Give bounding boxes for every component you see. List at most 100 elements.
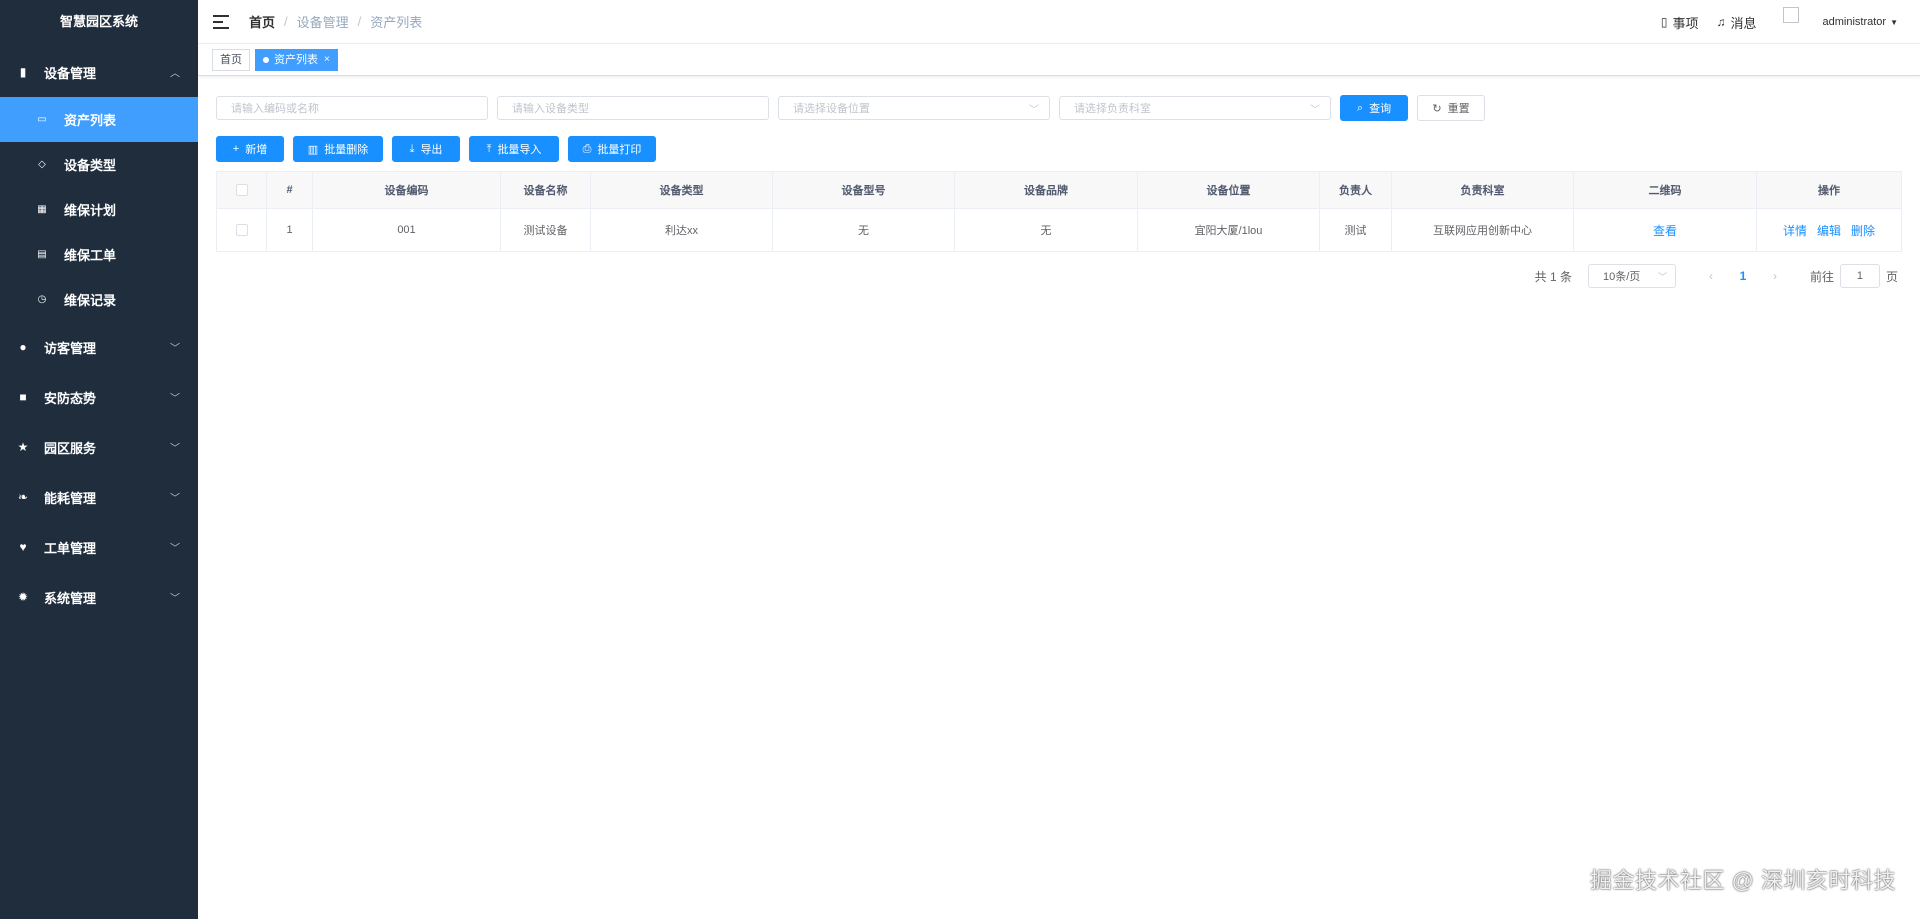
breadcrumb: 首页 / 设备管理 / 资产列表 <box>249 12 422 31</box>
sidebar-group-ticket[interactable]: ♥ 工单管理 ﹀ <box>0 522 198 572</box>
delete-link[interactable]: 删除 <box>1851 224 1875 238</box>
select-all-checkbox[interactable] <box>235 184 248 197</box>
column-header: 二维码 <box>1573 171 1757 209</box>
cell-name: 测试设备 <box>500 208 591 252</box>
history-icon: ◷ <box>37 294 47 305</box>
sidebar-group-device[interactable]: ▮ 设备管理 ︿ <box>0 47 198 97</box>
search-icon: ⌕ <box>1356 101 1364 114</box>
detail-link[interactable]: 详情 <box>1783 224 1807 238</box>
column-header: 操作 <box>1756 171 1902 209</box>
page-size-value: 10条/页 <box>1602 271 1641 283</box>
breadcrumb-home[interactable]: 首页 <box>249 12 275 31</box>
sidebar-item-maintenance-plan[interactable]: ▦ 维保计划 <box>0 187 198 232</box>
chevron-down-icon: ﹀ <box>170 493 180 505</box>
sidebar-item-label: 设备类型 <box>64 158 117 173</box>
prev-page-button[interactable]: ‹ <box>1696 269 1726 283</box>
sidebar-group-visitor[interactable]: ● 访客管理 ﹀ <box>0 322 198 372</box>
hamburger-icon[interactable] <box>213 14 229 29</box>
page-number[interactable]: 1 <box>1726 269 1760 283</box>
cell-location: 宜阳大厦/1lou <box>1137 208 1320 252</box>
tag-icon: ◇ <box>38 159 46 170</box>
download-icon: ⤓ <box>409 142 415 155</box>
column-header: 负责人 <box>1319 171 1392 209</box>
close-icon[interactable]: × <box>324 50 330 70</box>
location-select[interactable]: 请选择设备位置 ﹀ <box>778 96 1050 120</box>
column-header: # <box>266 171 313 209</box>
search-label: 查询 <box>1369 103 1392 115</box>
user-icon: ● <box>19 340 27 354</box>
sidebar-item-maintenance-record[interactable]: ◷ 维保记录 <box>0 277 198 322</box>
page-size-select[interactable]: 10条/页 ﹀ <box>1587 264 1676 288</box>
code-placeholder: 请输入编码或名称 <box>231 103 319 115</box>
row-select-cell[interactable] <box>216 208 267 252</box>
dept-select[interactable]: 请选择负责科室 ﹀ <box>1059 96 1331 120</box>
code-input[interactable]: 请输入编码或名称 <box>216 96 488 120</box>
printer-icon: ▭ <box>37 114 47 125</box>
export-button[interactable]: ⤓ 导出 <box>392 136 460 162</box>
trash-icon: ▥ <box>307 143 319 156</box>
sidebar-group-label: 安防态势 <box>44 390 97 406</box>
app-title: 智慧园区系统 <box>59 14 138 29</box>
sidebar-group-label: 工单管理 <box>44 540 97 556</box>
bookmark-icon: ▮ <box>19 65 27 79</box>
user-dropdown[interactable]: administrator ▼ <box>1823 16 1899 28</box>
chevron-down-icon: ﹀ <box>1310 104 1320 116</box>
add-button[interactable]: + 新增 <box>216 136 284 162</box>
select-all-cell[interactable] <box>216 171 267 209</box>
document-icon: ▯ <box>1660 15 1668 29</box>
breadcrumb-separator: / <box>357 14 362 29</box>
user-name: administrator <box>1822 16 1887 28</box>
watermark: 掘金技术社区 @ 深圳亥时科技 <box>1589 868 1896 893</box>
batch-import-button[interactable]: ⤒ 批量导入 <box>469 136 559 162</box>
search-button[interactable]: ⌕ 查询 <box>1340 95 1408 121</box>
sidebar-item-device-type[interactable]: ◇ 设备类型 <box>0 142 198 187</box>
message-label: 消息 <box>1730 15 1757 31</box>
edit-link[interactable]: 编辑 <box>1817 224 1841 238</box>
sidebar-item-label: 维保工单 <box>64 248 117 263</box>
print-icon: ⎙ <box>582 142 592 155</box>
top-header: 首页 / 设备管理 / 资产列表 ▯ 事项 ♫ 消息 administrator… <box>198 0 1920 44</box>
lock-icon: ■ <box>19 390 27 404</box>
refresh-icon: ↻ <box>1432 102 1442 115</box>
batch-delete-label: 批量删除 <box>324 144 369 156</box>
batch-delete-button[interactable]: ▥ 批量删除 <box>293 136 383 162</box>
type-input[interactable]: 请输入设备类型 <box>497 96 769 120</box>
sidebar-group-security[interactable]: ■ 安防态势 ﹀ <box>0 372 198 422</box>
sidebar-group-energy[interactable]: ❧ 能耗管理 ﹀ <box>0 472 198 522</box>
sidebar-item-asset-list[interactable]: ▭ 资产列表 <box>0 97 198 142</box>
export-label: 导出 <box>420 144 443 156</box>
toolbar: + 新增 ▥ 批量删除 ⤓ 导出 ⤒ 批量导入 ⎙ 批量打印 <box>216 136 665 162</box>
tag-label: 资产列表 <box>274 53 318 66</box>
reset-label: 重置 <box>1447 103 1470 115</box>
row-checkbox[interactable] <box>235 224 248 237</box>
bell-icon: ♫ <box>1716 15 1726 29</box>
tag-home[interactable]: 首页 <box>212 48 250 71</box>
chevron-up-icon: ︿ <box>170 68 180 80</box>
reset-button[interactable]: ↻ 重置 <box>1417 95 1485 121</box>
next-page-button[interactable]: › <box>1760 269 1790 283</box>
goto-input[interactable]: 1 <box>1839 264 1880 288</box>
chevron-down-icon: ﹀ <box>170 393 180 405</box>
tag-asset-list[interactable]: 资产列表 × <box>255 48 338 71</box>
sidebar-item-label: 资产列表 <box>64 113 117 128</box>
message-button[interactable]: ♫ 消息 <box>1716 13 1756 32</box>
column-header: 负责科室 <box>1391 171 1574 209</box>
calendar-icon: ▦ <box>37 204 47 215</box>
todo-button[interactable]: ▯ 事项 <box>1661 13 1699 32</box>
sidebar-group-system[interactable]: ✹ 系统管理 ﹀ <box>0 572 198 622</box>
sidebar-item-maintenance-ticket[interactable]: ▤ 维保工单 <box>0 232 198 277</box>
sidebar-group-park-service[interactable]: ★ 园区服务 ﹀ <box>0 422 198 472</box>
sidebar-group-label: 能耗管理 <box>44 490 97 506</box>
cell-code: 001 <box>312 208 501 252</box>
chevron-down-icon: ﹀ <box>1029 104 1039 116</box>
goto-label: 前往 <box>1809 269 1834 284</box>
asset-table: # 设备编码 设备名称 设备类型 设备型号 设备品牌 设备位置 负责人 负责科室… <box>216 171 1902 252</box>
view-qrcode-link[interactable]: 查看 <box>1653 224 1677 238</box>
header-right: ▯ 事项 ♫ 消息 administrator ▼ <box>1643 0 1898 44</box>
avatar[interactable] <box>1782 7 1799 23</box>
chevron-down-icon: ﹀ <box>170 443 180 455</box>
chevron-down-icon: ﹀ <box>170 593 180 605</box>
chevron-down-icon: ﹀ <box>170 543 180 555</box>
sidebar-group-label: 设备管理 <box>44 65 97 81</box>
batch-print-button[interactable]: ⎙ 批量打印 <box>568 136 656 162</box>
